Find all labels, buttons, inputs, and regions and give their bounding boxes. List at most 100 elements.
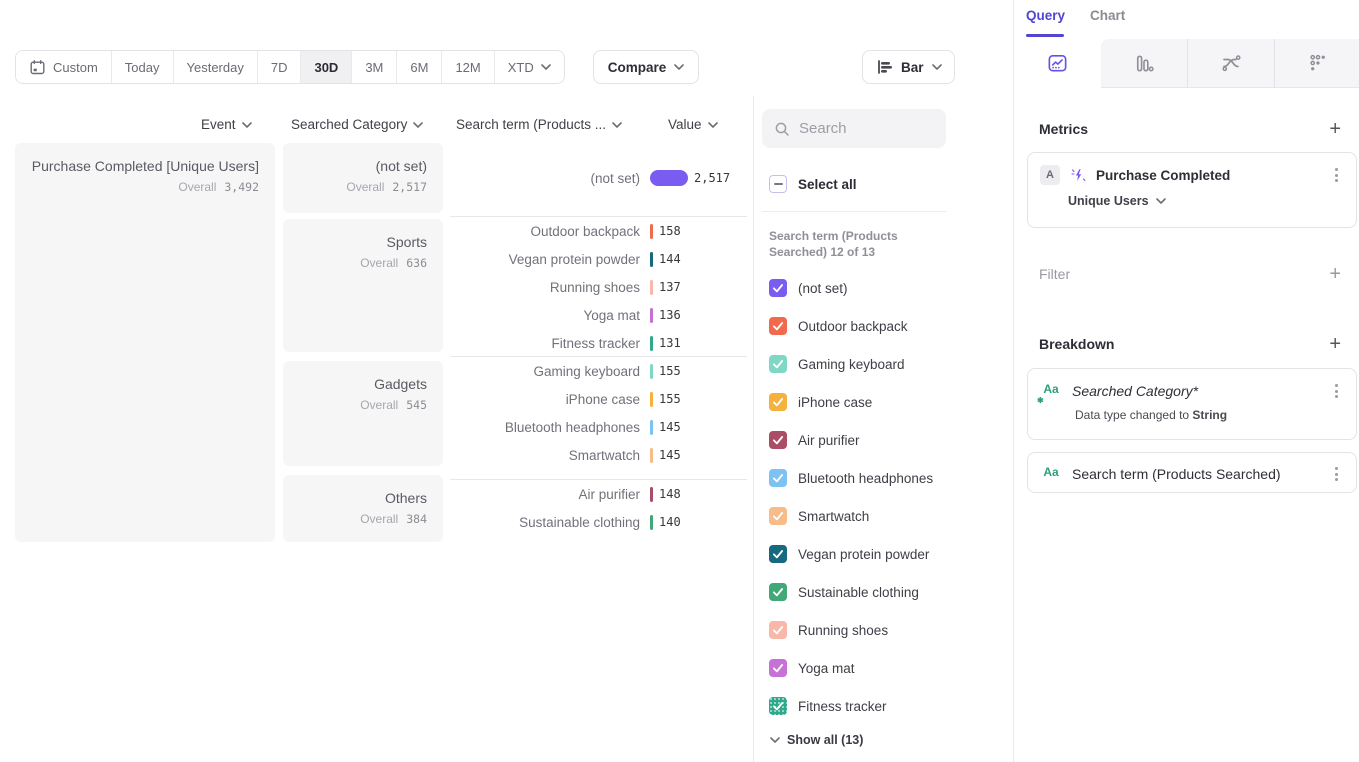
legend-checkbox[interactable] [769,317,787,335]
legend-checkbox[interactable] [769,431,787,449]
chart-bar[interactable] [650,448,653,463]
chart-row[interactable]: Fitness tracker131 [450,329,750,357]
breakdown-card[interactable]: AaSearch term (Products Searched) [1027,452,1357,493]
kebab-menu-icon[interactable] [1331,463,1342,485]
legend-checkbox[interactable] [769,583,787,601]
chart-row-value: 145 [659,448,681,462]
metric-card[interactable]: A Purchase Completed Unique Users [1027,152,1357,228]
chart-row[interactable]: Vegan protein powder144 [450,245,750,273]
chart-bar[interactable] [650,280,653,295]
date-range-7d[interactable]: 7D [258,51,302,83]
category-cell[interactable]: GadgetsOverall545 [283,361,443,466]
report-tab-retention[interactable] [1274,39,1359,88]
category-overall: Overall636 [293,256,427,270]
chart-bar[interactable] [650,515,653,530]
chart-bar[interactable] [650,336,653,351]
legend-item[interactable]: Air purifier [769,431,860,449]
search-input[interactable] [799,120,929,137]
legend-item[interactable]: iPhone case [769,393,872,411]
category-cell[interactable]: OthersOverall384 [283,475,443,542]
chart-row-value: 131 [659,336,681,350]
date-range-6m[interactable]: 6M [397,51,442,83]
chart-row[interactable]: Air purifier148 [450,480,750,508]
select-all-checkbox[interactable] [769,175,787,193]
legend-item[interactable]: Sustainable clothing [769,583,919,601]
date-range-12m[interactable]: 12M [442,51,494,83]
string-property-icon: Aa [1040,465,1062,483]
legend-checkbox[interactable] [769,545,787,563]
report-tab-bar-chart[interactable] [1101,39,1188,88]
metrics-header: Metrics + [1039,119,1341,139]
chart-bar[interactable] [650,170,688,186]
report-tab-flows[interactable] [1187,39,1274,88]
chart-bar[interactable] [650,487,653,502]
chart-row[interactable]: Sustainable clothing140 [450,508,750,536]
chart-row-label: Yoga mat [450,308,640,323]
report-tab-insights[interactable] [1014,39,1101,88]
legend-item[interactable]: Smartwatch [769,507,869,525]
chart-bar[interactable] [650,224,653,239]
chart-type-button[interactable]: Bar [862,50,955,84]
legend-item-label: iPhone case [798,395,872,410]
chart-row-value: 140 [659,515,681,529]
chart-row[interactable]: Outdoor backpack158 [450,217,750,245]
date-range-3m[interactable]: 3M [352,51,397,83]
tab-chart[interactable]: Chart [1090,8,1125,29]
legend-item[interactable]: Gaming keyboard [769,355,905,373]
chart-bar[interactable] [650,420,653,435]
legend-checkbox[interactable] [769,659,787,677]
kebab-menu-icon[interactable] [1331,164,1342,186]
chart-row[interactable]: Smartwatch145 [450,441,750,469]
chart-bar[interactable] [650,308,653,323]
legend-checkbox[interactable] [769,507,787,525]
compare-button[interactable]: Compare [593,50,700,84]
legend-item[interactable]: Yoga mat [769,659,855,677]
date-range-xtd[interactable]: XTD [495,51,564,83]
breakdown-card[interactable]: Aa✱Searched Category*Data type changed t… [1027,368,1357,440]
date-range-yesterday[interactable]: Yesterday [174,51,258,83]
legend-checkbox[interactable] [769,355,787,373]
category-cell[interactable]: (not set)Overall2,517 [283,143,443,213]
column-header-searched-category[interactable]: Searched Category [291,117,423,132]
chart-bar[interactable] [650,364,653,379]
chart-row[interactable]: (not set)2,517 [450,164,750,192]
search-icon [774,121,790,137]
date-range-custom[interactable]: Custom [16,51,112,83]
add-filter-button[interactable]: + [1329,264,1341,284]
legend-item[interactable]: Vegan protein powder [769,545,929,563]
chart-row[interactable]: Gaming keyboard155 [450,357,750,385]
date-range-today[interactable]: Today [112,51,174,83]
legend-item[interactable]: Running shoes [769,621,888,639]
column-header-value[interactable]: Value [668,117,718,132]
kebab-menu-icon[interactable] [1331,380,1342,402]
legend-checkbox[interactable] [769,469,787,487]
column-header-event[interactable]: Event [201,117,252,132]
chart-bar[interactable] [650,392,653,407]
legend-checkbox[interactable] [769,621,787,639]
chart-rows-group: Air purifier148Sustainable clothing140 [450,480,750,536]
legend-checkbox[interactable] [769,393,787,411]
tab-query[interactable]: Query [1026,8,1065,29]
chart-row[interactable]: Running shoes137 [450,273,750,301]
chart-row[interactable]: Bluetooth headphones145 [450,413,750,441]
chart-row[interactable]: iPhone case155 [450,385,750,413]
add-metric-button[interactable]: + [1329,119,1341,139]
chevron-down-icon [413,122,423,128]
legend-checkbox[interactable] [769,697,787,715]
legend-item[interactable]: (not set) [769,279,848,297]
date-range-30d[interactable]: 30D [301,51,352,83]
legend-item-label: Sustainable clothing [798,585,919,600]
chart-row[interactable]: Yoga mat136 [450,301,750,329]
show-all-toggle[interactable]: Show all (13) [770,733,863,747]
measure-selector[interactable]: Unique Users [1068,194,1356,208]
legend-item[interactable]: Bluetooth headphones [769,469,933,487]
legend-item[interactable]: Fitness tracker [769,697,887,715]
event-cell[interactable]: Purchase Completed [Unique Users] Overal… [15,143,275,542]
legend-checkbox[interactable] [769,279,787,297]
chart-bar[interactable] [650,252,653,267]
add-breakdown-button[interactable]: + [1329,334,1341,354]
select-all-row[interactable]: Select all [769,175,857,193]
column-header-search-term[interactable]: Search term (Products ... [456,117,622,132]
legend-item[interactable]: Outdoor backpack [769,317,908,335]
category-cell[interactable]: SportsOverall636 [283,219,443,352]
